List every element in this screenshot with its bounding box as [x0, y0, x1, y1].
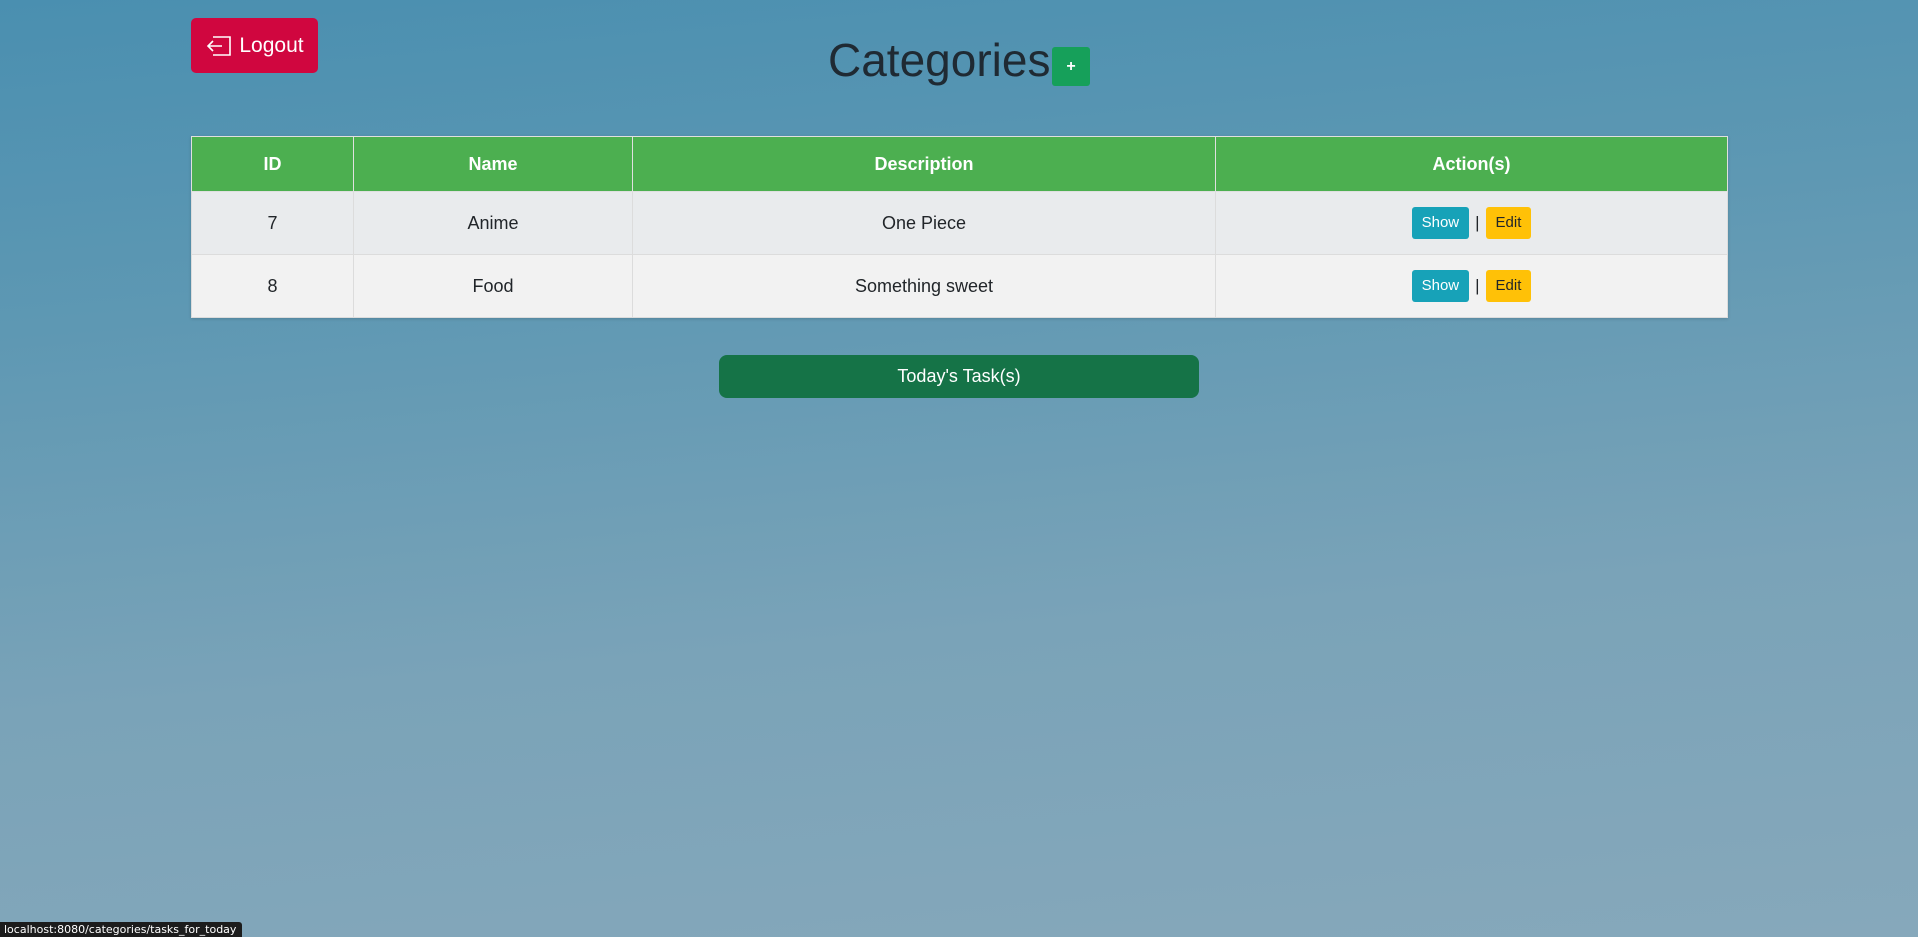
show-button[interactable]: Show: [1411, 270, 1470, 302]
cell-actions: Show | Edit: [1215, 254, 1728, 318]
add-category-button[interactable]: +: [1052, 47, 1090, 86]
action-separator: |: [1475, 276, 1480, 295]
cell-actions: Show | Edit: [1215, 191, 1728, 255]
cell-description: One Piece: [632, 191, 1216, 255]
action-separator: |: [1475, 213, 1480, 232]
page-title: Categories: [828, 34, 1051, 86]
todays-tasks-button[interactable]: Today's Task(s): [719, 355, 1199, 398]
logout-button[interactable]: Logout: [191, 18, 318, 73]
cell-id: 8: [191, 254, 354, 318]
logout-label: Logout: [239, 33, 304, 57]
cell-name: Food: [353, 254, 633, 318]
table-row: 7 Anime One Piece Show | Edit: [191, 191, 1728, 255]
cell-name: Anime: [353, 191, 633, 255]
column-header-id: ID: [191, 136, 354, 192]
edit-button[interactable]: Edit: [1485, 207, 1532, 239]
cell-description: Something sweet: [632, 254, 1216, 318]
table-row: 8 Food Something sweet Show | Edit: [191, 254, 1728, 318]
show-button[interactable]: Show: [1411, 207, 1470, 239]
logout-icon: [207, 35, 232, 56]
column-header-name: Name: [353, 136, 633, 192]
status-bar-url: localhost:8080/categories/tasks_for_toda…: [0, 922, 243, 937]
column-header-actions: Action(s): [1215, 136, 1728, 192]
edit-button[interactable]: Edit: [1485, 270, 1532, 302]
column-header-description: Description: [632, 136, 1216, 192]
cell-id: 7: [191, 191, 354, 255]
table-header-row: ID Name Description Action(s): [191, 136, 1728, 192]
categories-table: ID Name Description Action(s) 7 Anime On…: [191, 136, 1728, 318]
